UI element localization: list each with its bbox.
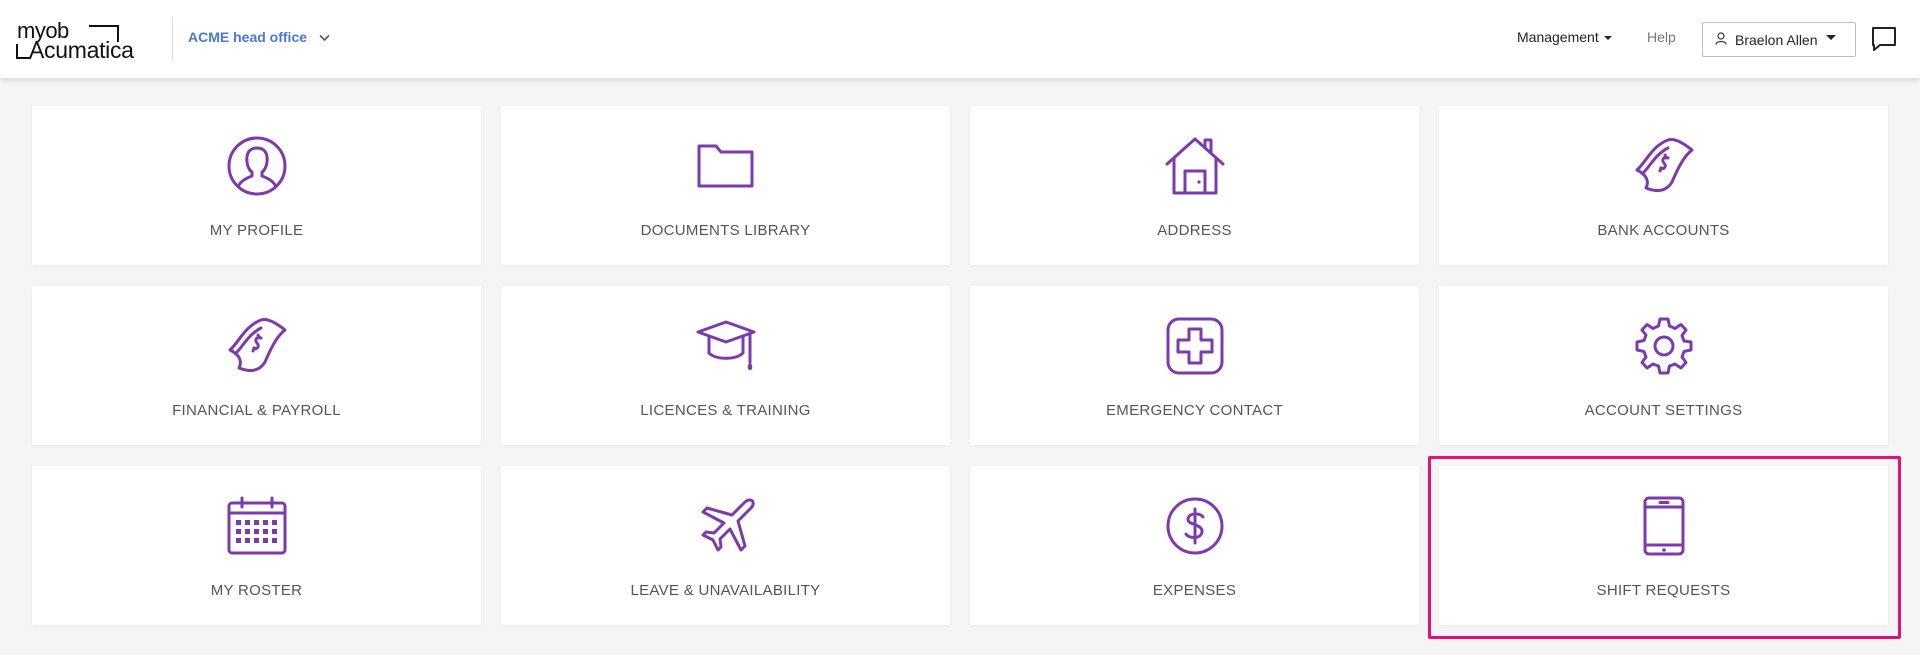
- tile-label: ADDRESS: [1157, 222, 1232, 239]
- tile-label: FINANCIAL & PAYROLL: [172, 402, 341, 419]
- medical-cross-icon: [1165, 316, 1225, 376]
- folder-icon: [696, 136, 756, 196]
- tile-label: LEAVE & UNAVAILABILITY: [630, 582, 821, 599]
- tile-my-profile[interactable]: MY PROFILE: [32, 106, 481, 265]
- caret-down-icon: [1825, 35, 1836, 40]
- tile-licences-training[interactable]: LICENCES & TRAINING: [501, 286, 950, 445]
- profile-icon: [227, 136, 287, 196]
- tile-expenses[interactable]: EXPENSES: [970, 466, 1419, 625]
- header-divider: [172, 17, 173, 61]
- house-icon: [1165, 136, 1225, 196]
- top-bar: myob Acumatica ACME head office Manageme…: [0, 0, 1920, 79]
- tile-address[interactable]: ADDRESS: [970, 106, 1419, 265]
- user-menu-button[interactable]: Braelon Allen: [1702, 22, 1856, 57]
- tile-label: BANK ACCOUNTS: [1597, 222, 1730, 239]
- org-name: ACME head office: [188, 29, 308, 45]
- calendar-icon: [227, 496, 287, 556]
- user-icon: [1715, 31, 1727, 48]
- tile-documents-library[interactable]: DOCUMENTS LIBRARY: [501, 106, 950, 265]
- management-label: Management: [1517, 29, 1599, 45]
- tile-label: EXPENSES: [1152, 582, 1237, 599]
- tile-shift-requests[interactable]: SHIFT REQUESTS: [1439, 466, 1888, 625]
- tile-label: LICENCES & TRAINING: [640, 402, 811, 419]
- tile-leave-unavailability[interactable]: LEAVE & UNAVAILABILITY: [501, 466, 950, 625]
- tile-label: DOCUMENTS LIBRARY: [640, 222, 811, 239]
- tablet-icon: [1634, 496, 1694, 556]
- org-selector[interactable]: ACME head office: [188, 29, 330, 45]
- dollar-coin-icon: [1165, 496, 1225, 556]
- tile-label: EMERGENCY CONTACT: [1105, 402, 1284, 419]
- banknote-icon: [227, 316, 287, 376]
- tile-my-roster[interactable]: MY ROSTER: [32, 466, 481, 625]
- chat-icon[interactable]: [1871, 26, 1897, 57]
- user-name: Braelon Allen: [1735, 31, 1818, 48]
- banknote-icon: [1634, 136, 1694, 196]
- tile-financial-payroll[interactable]: FINANCIAL & PAYROLL: [32, 286, 481, 445]
- tile-bank-accounts[interactable]: BANK ACCOUNTS: [1439, 106, 1888, 265]
- tile-label: ACCOUNT SETTINGS: [1584, 402, 1743, 419]
- chevron-down-icon: [319, 29, 330, 45]
- tile-label: MY ROSTER: [210, 582, 303, 599]
- help-link[interactable]: Help: [1647, 29, 1676, 45]
- caret-down-icon: [1603, 36, 1612, 40]
- logo-text-acumatica: Acumatica: [29, 37, 134, 63]
- management-menu[interactable]: Management: [1517, 29, 1612, 45]
- airplane-icon: [696, 496, 756, 556]
- tile-label: MY PROFILE: [209, 222, 304, 239]
- gear-icon: [1634, 316, 1694, 376]
- myob-acumatica-logo[interactable]: myob Acumatica: [15, 20, 161, 62]
- graduation-cap-icon: [696, 316, 756, 376]
- tile-label: SHIFT REQUESTS: [1596, 582, 1731, 599]
- tile-emergency-contact[interactable]: EMERGENCY CONTACT: [970, 286, 1419, 445]
- tile-account-settings[interactable]: ACCOUNT SETTINGS: [1439, 286, 1888, 445]
